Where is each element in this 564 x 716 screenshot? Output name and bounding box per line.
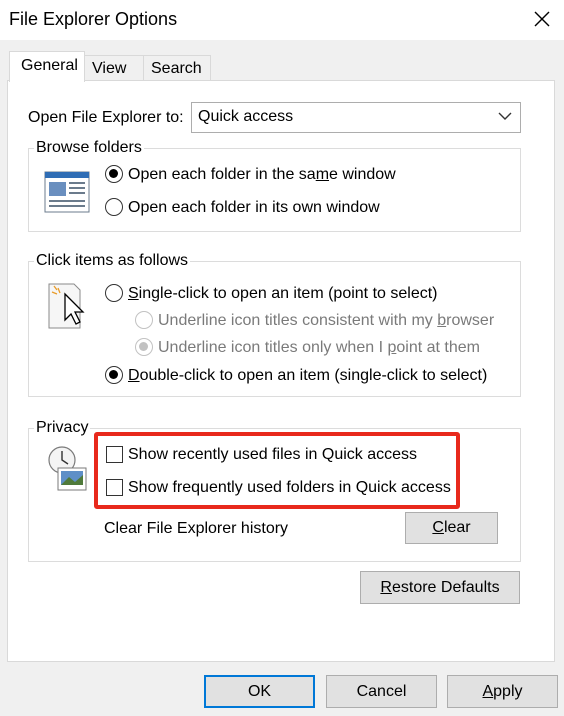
highlight-box (94, 432, 460, 509)
tab-view-label: View (92, 60, 127, 77)
double-click-label[interactable]: Double-click to open an item (single-cli… (128, 367, 487, 385)
cancel-label: Cancel (356, 683, 407, 700)
own-window-label[interactable]: Open each folder in its own window (128, 199, 380, 217)
pointer-icon (48, 283, 85, 329)
click-items-title: Click items as follows (34, 252, 191, 270)
chevron-down-icon (498, 112, 512, 120)
tab-search[interactable]: Search (143, 55, 211, 80)
underline-point-radio[interactable] (135, 338, 153, 356)
close-button[interactable] (528, 5, 556, 33)
clear-history-label: Clear File Explorer history (104, 520, 289, 537)
window-icon (44, 171, 90, 213)
single-click-radio[interactable] (105, 284, 123, 302)
double-click-radio[interactable] (105, 366, 123, 384)
clock-picture-icon (48, 446, 87, 491)
tab-view[interactable]: View (84, 55, 144, 80)
tab-search-label: Search (151, 60, 202, 77)
ok-button[interactable]: OK (204, 675, 315, 708)
same-window-label[interactable]: Open each folder in the same window (128, 166, 396, 184)
tab-general[interactable]: General (9, 51, 85, 82)
ok-label: OK (247, 683, 272, 700)
browse-folders-group (28, 148, 521, 232)
own-window-radio[interactable] (105, 198, 123, 216)
underline-browser-radio[interactable] (135, 311, 153, 329)
underline-point-label[interactable]: Underline icon titles only when I point … (158, 339, 480, 357)
clear-button[interactable]: Clear (405, 512, 498, 544)
privacy-title: Privacy (34, 419, 91, 437)
tab-general-label: General (21, 57, 78, 74)
open-to-label: Open File Explorer to: (28, 109, 184, 126)
window-title: File Explorer Options (9, 9, 178, 29)
same-window-radio[interactable] (105, 165, 123, 183)
underline-browser-label[interactable]: Underline icon titles consistent with my… (158, 312, 494, 330)
close-icon (534, 11, 550, 27)
open-to-value: Quick access (198, 108, 294, 125)
cancel-button[interactable]: Cancel (326, 675, 437, 708)
single-click-label[interactable]: Single-click to open an item (point to s… (128, 285, 437, 303)
open-to-dropdown[interactable]: Quick access (191, 102, 521, 133)
restore-defaults-button[interactable]: Restore Defaults (360, 571, 520, 604)
browse-folders-title: Browse folders (34, 139, 144, 157)
apply-button[interactable]: Apply (447, 675, 558, 708)
